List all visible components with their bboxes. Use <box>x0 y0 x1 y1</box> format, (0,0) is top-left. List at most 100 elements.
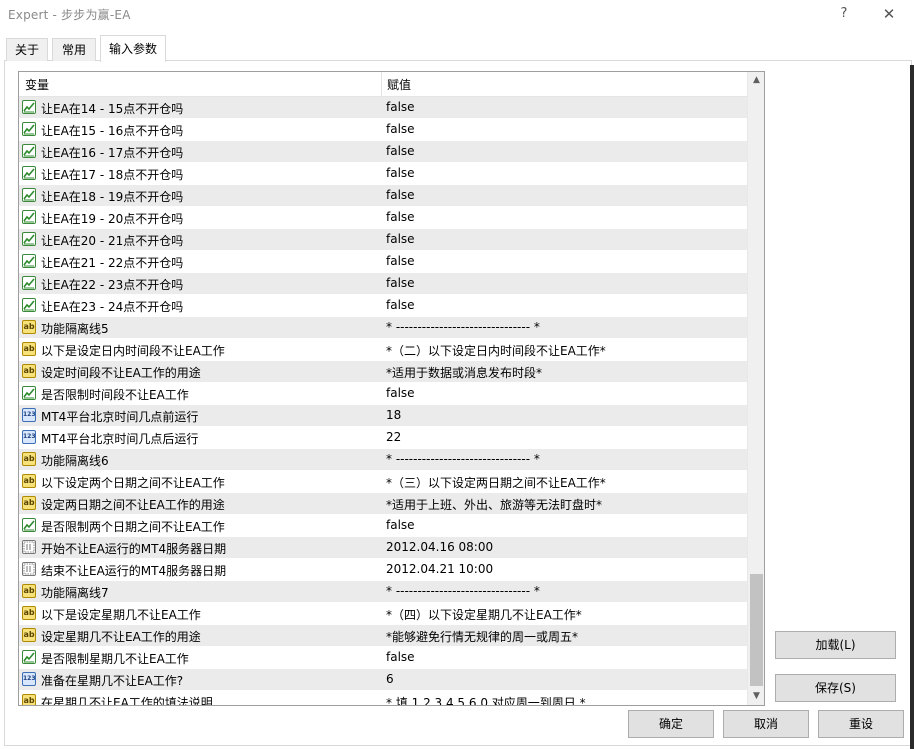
cancel-button[interactable]: 取消 <box>723 710 809 738</box>
table-row[interactable]: 开始不让EA运行的MT4服务器日期 2012.04.16 08:00 <box>19 537 747 559</box>
reset-button[interactable]: 重设 <box>818 710 904 738</box>
tab-common[interactable]: 常用 <box>52 38 96 61</box>
table-row[interactable]: 让EA在16 - 17点不开仓吗 false <box>19 141 747 163</box>
variable-value[interactable]: false <box>386 518 415 532</box>
scroll-down-arrow-icon[interactable]: ▼ <box>748 688 764 705</box>
variable-value[interactable]: *适用于上班、外出、旅游等无法盯盘时* <box>386 496 602 513</box>
variable-value[interactable]: 22 <box>386 430 401 444</box>
table-row[interactable]: ab 在星期几不让EA工作的填法说明 * 填 1 2 3 4 5 6 0 对应周一到… <box>19 691 747 706</box>
variable-value[interactable]: false <box>386 166 415 180</box>
bool-type-icon <box>22 276 36 290</box>
table-row[interactable]: ab 以下是设定日内时间段不让EA工作 *（二）以下设定日内时间段不让EA工作* <box>19 339 747 361</box>
table-row[interactable]: 123 MT4平台北京时间几点前运行 18 <box>19 405 747 427</box>
save-button[interactable]: 保存(S) <box>775 674 896 702</box>
variable-value[interactable]: false <box>386 232 415 246</box>
variable-name: 准备在星期几不让EA工作? <box>41 674 184 688</box>
variable-value[interactable]: false <box>386 298 415 312</box>
variable-value[interactable]: false <box>386 650 415 664</box>
variable-name: 让EA在20 - 21点不开仓吗 <box>41 234 184 248</box>
vertical-scrollbar[interactable]: ▲ ▼ <box>747 72 764 705</box>
table-row[interactable]: 让EA在19 - 20点不开仓吗 false <box>19 207 747 229</box>
variable-value[interactable]: false <box>386 144 415 158</box>
table-row[interactable]: ab 设定时间段不让EA工作的用途 *适用于数据或消息发布时段* <box>19 361 747 383</box>
table-row[interactable]: ab 以下设定两个日期之间不让EA工作 *（三）以下设定两日期之间不让EA工作* <box>19 471 747 493</box>
table-row[interactable]: ab 以下是设定星期几不让EA工作 *（四）以下设定星期几不让EA工作* <box>19 603 747 625</box>
variable-name: 以下设定两个日期之间不让EA工作 <box>41 476 225 490</box>
table-row[interactable]: 是否限制星期几不让EA工作 false <box>19 647 747 669</box>
load-button[interactable]: 加载(L) <box>775 631 896 659</box>
variable-value[interactable]: false <box>386 188 415 202</box>
variable-name: 让EA在19 - 20点不开仓吗 <box>41 212 184 226</box>
string-type-icon: ab <box>22 606 36 620</box>
variable-value[interactable]: false <box>386 100 415 114</box>
table-row[interactable]: 是否限制时间段不让EA工作 false <box>19 383 747 405</box>
column-header-value[interactable]: 赋值 <box>387 76 411 93</box>
variable-name: 让EA在16 - 17点不开仓吗 <box>41 146 184 160</box>
string-type-icon: ab <box>22 364 36 378</box>
variable-value[interactable]: *能够避免行情无规律的周一或周五* <box>386 628 578 645</box>
table-row[interactable]: 让EA在18 - 19点不开仓吗 false <box>19 185 747 207</box>
table-row[interactable]: 是否限制两个日期之间不让EA工作 false <box>19 515 747 537</box>
variable-name: 功能隔离线6 <box>41 454 109 468</box>
variable-value[interactable]: *（三）以下设定两日期之间不让EA工作* <box>386 474 606 491</box>
table-row[interactable]: ab 功能隔离线6 * ------------------------------… <box>19 449 747 471</box>
table-row[interactable]: 让EA在23 - 24点不开仓吗 false <box>19 295 747 317</box>
table-row[interactable]: ab 功能隔离线5 * ------------------------------… <box>19 317 747 339</box>
table-row[interactable]: 让EA在15 - 16点不开仓吗 false <box>19 119 747 141</box>
table-row[interactable]: 123 准备在星期几不让EA工作? 6 <box>19 669 747 691</box>
variable-name: 功能隔离线7 <box>41 586 109 600</box>
variable-value[interactable]: false <box>386 386 415 400</box>
bool-type-icon <box>22 232 36 246</box>
variable-value[interactable]: 2012.04.16 08:00 <box>386 540 493 554</box>
variable-name: 在星期几不让EA工作的填法说明 <box>41 696 213 706</box>
table-row[interactable]: 让EA在14 - 15点不开仓吗 false <box>19 97 747 119</box>
variable-value[interactable]: * ------------------------------- * <box>386 452 540 466</box>
close-button[interactable]: ✕ <box>877 4 901 24</box>
variable-name: 是否限制时间段不让EA工作 <box>41 388 189 402</box>
variable-value[interactable]: 18 <box>386 408 401 422</box>
variable-name: 设定星期几不让EA工作的用途 <box>41 630 201 644</box>
scroll-up-arrow-icon[interactable]: ▲ <box>748 72 764 89</box>
variable-value[interactable]: * ------------------------------- * <box>386 584 540 598</box>
table-row[interactable]: 结束不让EA运行的MT4服务器日期 2012.04.21 10:00 <box>19 559 747 581</box>
table-row[interactable]: 让EA在21 - 22点不开仓吗 false <box>19 251 747 273</box>
variable-name: 以下是设定日内时间段不让EA工作 <box>41 344 225 358</box>
tab-about[interactable]: 关于 <box>6 38 48 61</box>
column-header-variable[interactable]: 变量 <box>25 76 49 93</box>
header-divider[interactable] <box>381 72 382 96</box>
scrollbar-thumb[interactable] <box>750 574 763 686</box>
variable-value[interactable]: * 填 1 2 3 4 5 6 0 对应周一到周日 * <box>386 694 586 705</box>
variable-value[interactable]: false <box>386 276 415 290</box>
bool-type-icon <box>22 210 36 224</box>
variable-name: 让EA在22 - 23点不开仓吗 <box>41 278 184 292</box>
tab-inputs[interactable]: 输入参数 <box>100 35 166 62</box>
variable-value[interactable]: false <box>386 210 415 224</box>
bool-type-icon <box>22 144 36 158</box>
table-row[interactable]: 123 MT4平台北京时间几点后运行 22 <box>19 427 747 449</box>
table-row[interactable]: ab 功能隔离线7 * ------------------------------… <box>19 581 747 603</box>
variable-name: 以下是设定星期几不让EA工作 <box>41 608 201 622</box>
string-type-icon: ab <box>22 496 36 510</box>
table-row[interactable]: 让EA在17 - 18点不开仓吗 false <box>19 163 747 185</box>
datetime-type-icon <box>22 540 36 554</box>
grid-rows: 让EA在14 - 15点不开仓吗 false 让EA在15 - 16点不开仓吗 fal… <box>19 97 747 706</box>
string-type-icon: ab <box>22 694 36 705</box>
variable-name: 设定时间段不让EA工作的用途 <box>41 366 201 380</box>
variable-value[interactable]: *适用于数据或消息发布时段* <box>386 364 542 381</box>
variable-value[interactable]: false <box>386 254 415 268</box>
variable-value[interactable]: * ------------------------------- * <box>386 320 540 334</box>
table-row[interactable]: 让EA在20 - 21点不开仓吗 false <box>19 229 747 251</box>
ok-button[interactable]: 确定 <box>628 710 714 738</box>
variable-name: 是否限制两个日期之间不让EA工作 <box>41 520 225 534</box>
variable-value[interactable]: false <box>386 122 415 136</box>
variable-name: 开始不让EA运行的MT4服务器日期 <box>41 542 227 556</box>
table-row[interactable]: ab 设定两日期之间不让EA工作的用途 *适用于上班、外出、旅游等无法盯盘时* <box>19 493 747 515</box>
variable-value[interactable]: *（二）以下设定日内时间段不让EA工作* <box>386 342 606 359</box>
variable-value[interactable]: *（四）以下设定星期几不让EA工作* <box>386 606 582 623</box>
variable-value[interactable]: 6 <box>386 672 394 686</box>
table-row[interactable]: 让EA在22 - 23点不开仓吗 false <box>19 273 747 295</box>
window-title: Expert - 步步为赢-EA <box>8 8 131 22</box>
variable-value[interactable]: 2012.04.21 10:00 <box>386 562 493 576</box>
table-row[interactable]: ab 设定星期几不让EA工作的用途 *能够避免行情无规律的周一或周五* <box>19 625 747 647</box>
help-button[interactable]: ? <box>832 4 856 24</box>
